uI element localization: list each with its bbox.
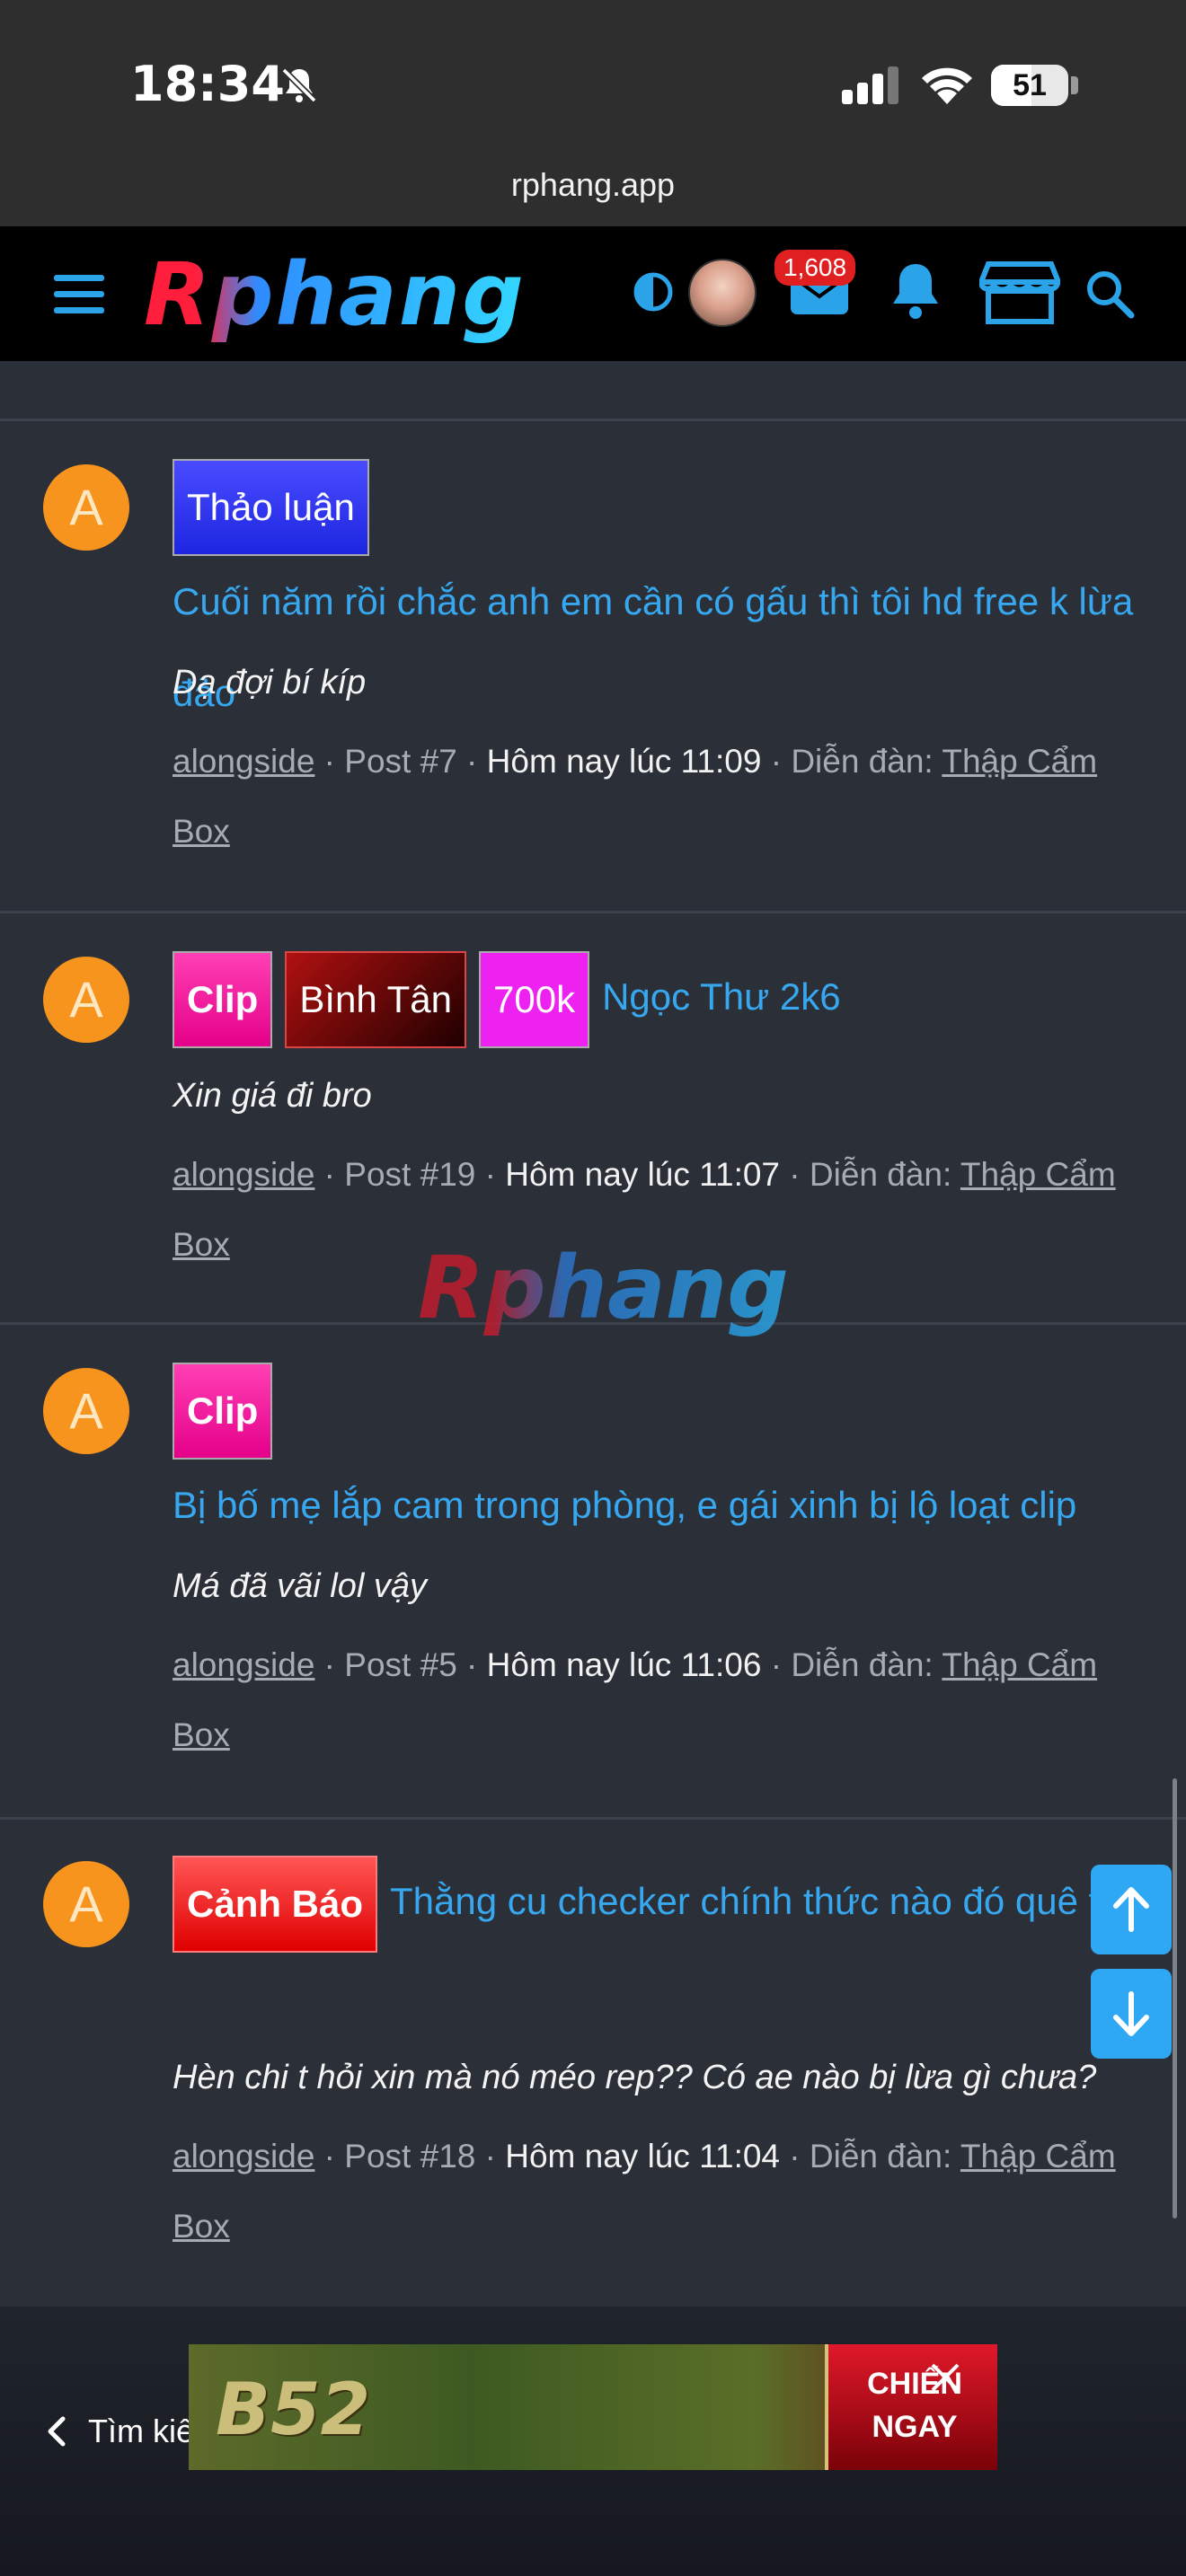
signal-icon [842, 66, 898, 104]
forum-label: Diễn đàn: [791, 1646, 934, 1683]
ad-brand: B52 [216, 2368, 371, 2451]
post-snippet: Má đã vãi lol vậy [173, 1567, 428, 1605]
post-time: Hôm nay lúc 11:07 [505, 1156, 781, 1193]
scrollbar[interactable] [1173, 1778, 1177, 2219]
status-bar: 18:34 51 [0, 0, 1186, 162]
post-time: Hôm nay lúc 11:09 [486, 743, 762, 780]
post-meta: alongside · Post #5 · Hôm nay lúc 11:06 … [173, 1646, 1098, 1753]
ad-cta-line1: CHIẾN [867, 2367, 962, 2401]
battery-icon: 51 [991, 65, 1068, 106]
battery-cap [1071, 76, 1078, 94]
post-meta: alongside · Post #7 · Hôm nay lúc 11:09 … [173, 743, 1098, 850]
wifi-icon [922, 67, 972, 104]
ad-cta-line2: NGAY [872, 2410, 958, 2444]
post-number[interactable]: Post #19 [344, 1156, 475, 1193]
ad-cta-button[interactable]: CHIẾN NGAY [825, 2344, 997, 2470]
forum-label: Diễn đàn: [809, 2138, 952, 2175]
clock: 18:34 [130, 56, 285, 112]
close-icon[interactable] [925, 2358, 965, 2397]
back-label[interactable]: Tìm kiế [88, 2413, 194, 2449]
arrow-down-icon [1113, 1991, 1149, 2036]
scroll-top-button[interactable] [1091, 1865, 1172, 1954]
address-url[interactable]: rphang.app [0, 166, 1186, 204]
thread-title[interactable]: ClipBị bố mẹ lắp cam trong phòng, e gái … [173, 1363, 1134, 1551]
battery-level: 51 [1013, 68, 1047, 102]
post-number[interactable]: Post #18 [344, 2138, 475, 2175]
theme-toggle-icon[interactable] [633, 271, 674, 313]
scroll-bottom-button[interactable] [1091, 1969, 1172, 2059]
prefix-tag: Clip [173, 1363, 273, 1460]
store-icon[interactable] [979, 260, 1060, 325]
author-link[interactable]: alongside [173, 2138, 314, 2175]
post-number[interactable]: Post #5 [344, 1646, 456, 1683]
search-result-item: A ClipBị bố mẹ lắp cam trong phòng, e gá… [0, 1325, 1186, 1820]
author-avatar[interactable]: A [43, 957, 129, 1043]
ad-banner[interactable]: B52 CHIẾN NGAY [189, 2344, 997, 2470]
site-logo[interactable]: Rphang [144, 244, 526, 345]
prefix-tag: Clip [173, 951, 273, 1048]
author-link[interactable]: alongside [173, 743, 314, 780]
post-time: Hôm nay lúc 11:06 [486, 1646, 762, 1683]
forum-label: Diễn đàn: [809, 1156, 952, 1193]
prefix-tag: Thảo luận [173, 459, 369, 556]
thread-title[interactable]: Cảnh Báo Thằng cu checker chính thức nào … [173, 1856, 1161, 1953]
post-snippet: Xin giá đi bro [173, 1077, 372, 1115]
mail-badge: 1,608 [774, 250, 856, 286]
author-link[interactable]: alongside [173, 1646, 314, 1683]
search-result-item: A Thảo luậnCuối năm rồi chắc anh em cần … [0, 421, 1186, 913]
menu-icon[interactable] [54, 275, 104, 314]
author-avatar[interactable]: A [43, 1861, 129, 1947]
back-button[interactable]: Tìm kiế [43, 2411, 194, 2450]
search-icon[interactable] [1084, 268, 1136, 320]
thread-title-text[interactable]: Ngọc Thư 2k6 [602, 951, 840, 1043]
user-avatar[interactable] [688, 259, 757, 327]
post-snippet: Hèn chi t hỏi xin mà nó méo rep?? Có ae … [173, 2059, 1097, 2096]
thread-title-text[interactable]: Thằng cu checker chính thức nào đó quê t… [390, 1856, 1141, 1947]
post-time: Hôm nay lúc 11:04 [505, 2138, 781, 2175]
post-meta: alongside · Post #18 · Hôm nay lúc 11:04… [173, 2138, 1116, 2245]
watermark-logo: Rphang [418, 1238, 789, 1338]
prefix-tag: Bình Tân [285, 951, 467, 1048]
chevron-left-icon [48, 2416, 66, 2447]
thread-title[interactable]: Clip Bình Tân 700k Ngọc Thư 2k6 [173, 951, 1134, 1048]
bell-muted-icon [281, 67, 317, 103]
author-avatar[interactable]: A [43, 1368, 129, 1454]
thread-title-text[interactable]: Cuối năm rồi chắc anh em cần có gấu thì … [173, 556, 1134, 739]
forum-label: Diễn đàn: [791, 743, 934, 780]
post-number[interactable]: Post #7 [344, 743, 456, 780]
notification-bell-icon[interactable] [888, 260, 943, 322]
prefix-tag: 700k [479, 951, 590, 1048]
author-link[interactable]: alongside [173, 1156, 314, 1193]
search-result-item: A Cảnh Báo Thằng cu checker chính thức nà… [0, 1820, 1186, 2307]
author-avatar[interactable]: A [43, 464, 129, 551]
list-top-divider [0, 361, 1186, 421]
prefix-tag: Cảnh Báo [173, 1856, 378, 1953]
thread-title-text[interactable]: Bị bố mẹ lắp cam trong phòng, e gái xinh… [173, 1460, 1076, 1551]
post-snippet: Dạ đợi bí kíp [173, 664, 367, 701]
arrow-up-icon [1113, 1887, 1149, 1932]
